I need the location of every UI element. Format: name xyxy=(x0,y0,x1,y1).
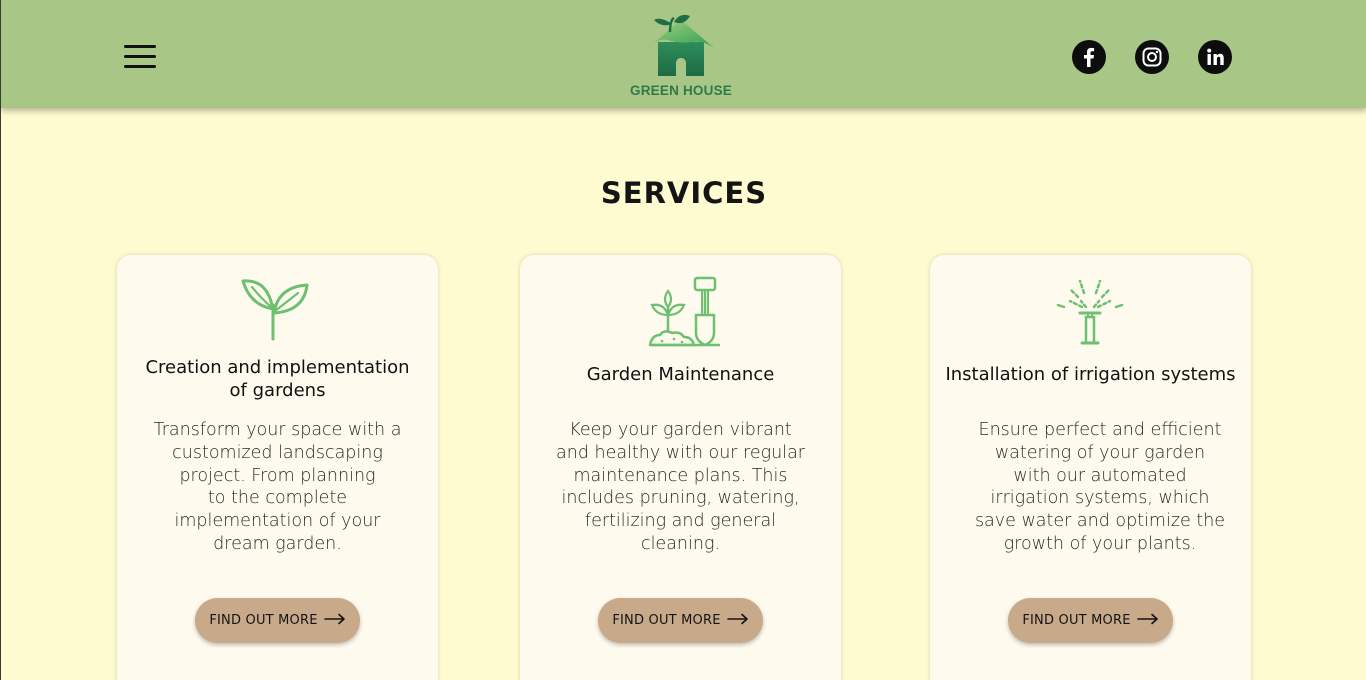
card-desc-line: irrigation systems, which xyxy=(990,488,1210,509)
button-label: FIND OUT MORE xyxy=(612,613,721,628)
card-description: Keep your garden vibrant and healthy wit… xyxy=(526,419,835,556)
service-card-gardens: Creation and implementation of gardens T… xyxy=(117,255,438,680)
card-description: Transform your space with a customized l… xyxy=(123,419,432,556)
sprout-icon xyxy=(241,279,309,341)
logo[interactable]: GREEN HOUSE xyxy=(619,14,743,102)
card-desc-line: cleaning. xyxy=(640,533,721,554)
card-desc-line: Transform your space with a xyxy=(153,420,402,440)
arrow-right-icon xyxy=(726,613,749,629)
card-desc-line: Ensure perfect and efficient xyxy=(978,420,1222,440)
card-title: Creation and implementation of gardens xyxy=(117,356,438,402)
site-header: GREEN HOUSE xyxy=(1,0,1366,108)
arrow-right-icon xyxy=(323,613,346,629)
card-desc-line: and healthy with our regular xyxy=(556,442,805,463)
house-logo-icon xyxy=(648,14,714,76)
card-title-line: of gardens xyxy=(229,380,326,401)
page: GREEN HOUSE SERVICES Creation and implem… xyxy=(0,0,1366,680)
section-title: SERVICES xyxy=(600,176,768,210)
card-desc-line: implementation of your xyxy=(174,511,381,532)
card-desc-line: includes pruning, watering, xyxy=(561,488,800,509)
card-desc-line: dream garden. xyxy=(213,533,342,554)
service-card-irrigation: Installation of irrigation systems Ensur… xyxy=(930,255,1251,680)
arrow-right-icon xyxy=(1136,613,1159,629)
card-title: Installation of irrigation systems xyxy=(930,363,1251,386)
card-desc-line: with our automated xyxy=(1013,465,1187,486)
button-label: FIND OUT MORE xyxy=(1022,613,1131,628)
service-card-maintenance: Garden Maintenance Keep your garden vibr… xyxy=(520,255,841,680)
hamburger-menu-icon[interactable] xyxy=(122,42,158,72)
card-title-line: Garden Maintenance xyxy=(586,364,775,385)
sprinkler-icon xyxy=(1056,279,1124,345)
card-desc-line: to the complete xyxy=(207,488,348,509)
instagram-icon[interactable] xyxy=(1135,40,1169,74)
linkedin-icon[interactable] xyxy=(1198,40,1232,74)
card-title-line: Installation of irrigation systems xyxy=(945,364,1236,385)
card-desc-line: fertilizing and general xyxy=(584,511,777,532)
facebook-icon[interactable] xyxy=(1072,40,1106,74)
shovel-plant-icon xyxy=(648,276,720,347)
card-title: Garden Maintenance xyxy=(520,363,841,386)
card-desc-line: save water and optimize the xyxy=(974,511,1226,532)
find-out-more-button[interactable]: FIND OUT MORE xyxy=(195,598,360,643)
find-out-more-button[interactable]: FIND OUT MORE xyxy=(1008,598,1173,643)
card-desc-line: maintenance plans. This xyxy=(573,465,788,486)
logo-text: GREEN HOUSE xyxy=(630,83,732,98)
card-desc-line: project. From planning xyxy=(179,465,376,486)
card-desc-line: Keep your garden vibrant xyxy=(569,420,792,440)
card-title-line: Creation and implementation xyxy=(145,357,410,378)
card-desc-line: watering of your garden xyxy=(994,442,1206,463)
find-out-more-button[interactable]: FIND OUT MORE xyxy=(598,598,763,643)
card-desc-line: customized landscaping xyxy=(172,442,383,463)
button-label: FIND OUT MORE xyxy=(209,613,318,628)
card-description: Ensure perfect and efficient watering of… xyxy=(950,419,1250,556)
card-desc-line: growth of your plants. xyxy=(1003,533,1197,554)
